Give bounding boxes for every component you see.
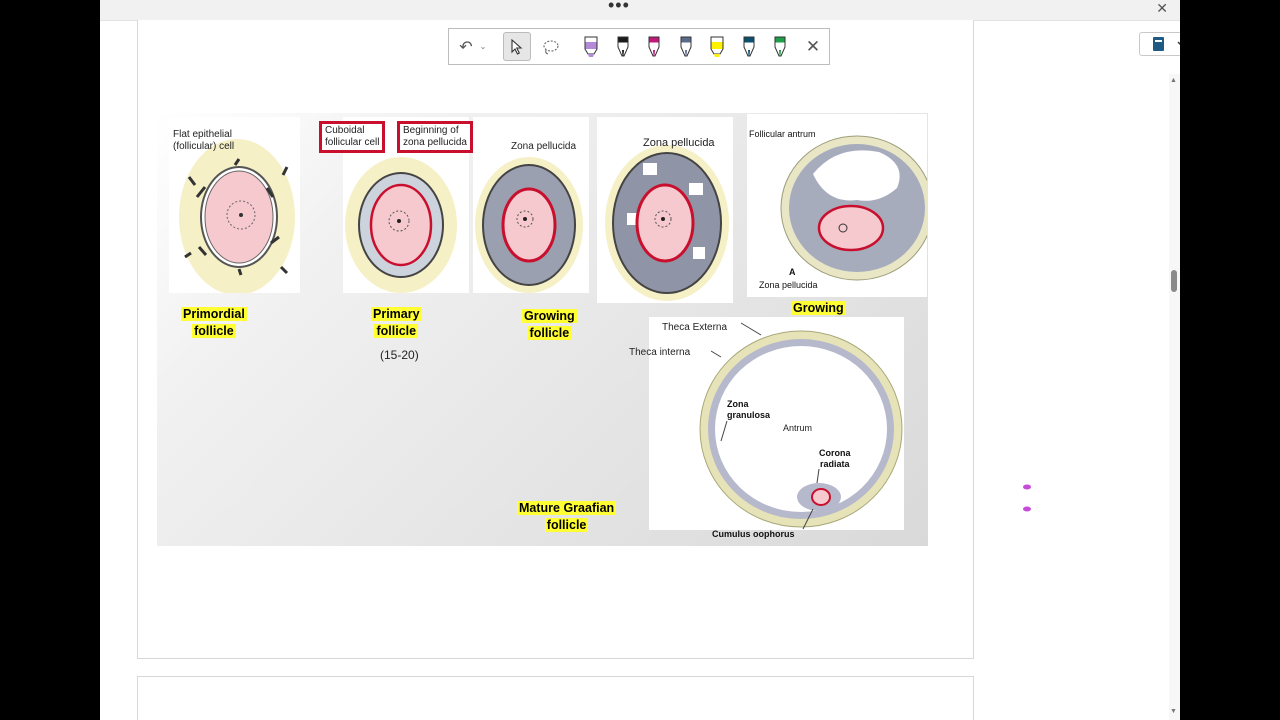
- onenote-window: ••• ✕ ↶ ⌄ ✕ ⤢: [100, 0, 1180, 720]
- follicle-development-figure: Flat epithelial (follicular) cell Cuboid…: [157, 113, 934, 546]
- drawing-toolbar: ↶ ⌄ ✕: [448, 28, 830, 65]
- beginning-zona-label: Beginning of zona pellucida: [397, 121, 473, 153]
- zona-pellucida-label-1: Zona pellucida: [511, 141, 577, 152]
- follicular-antrum-label: Follicular antrum: [749, 129, 816, 139]
- more-options-button[interactable]: •••: [608, 0, 630, 16]
- galaxy-pen-icon: [680, 36, 691, 56]
- antrum-label: Antrum: [783, 423, 813, 433]
- lasso-icon: [543, 39, 559, 55]
- growing-title-1: Growing follicle: [522, 309, 577, 340]
- lavender-highlighter-button[interactable]: [579, 29, 603, 64]
- teal-pen-button[interactable]: [737, 29, 761, 64]
- yellow-highlighter-icon: [710, 36, 724, 57]
- green-pen-button[interactable]: [768, 29, 792, 64]
- scroll-down-icon[interactable]: ▼: [1170, 708, 1177, 715]
- scroll-up-icon[interactable]: ▲: [1170, 77, 1177, 84]
- green-pen-icon: [774, 36, 786, 56]
- growing-title-3: Growing: [791, 301, 846, 315]
- cumulus-oophorus-label: Cumulus oophorus: [712, 529, 795, 539]
- magenta-pen-button[interactable]: [642, 29, 666, 64]
- primordial-title: Primordial follicle: [181, 307, 247, 338]
- letter-a-label: A: [789, 267, 796, 277]
- cursor-icon: [511, 38, 523, 55]
- notebook-icon: [1153, 37, 1180, 51]
- next-note-page[interactable]: [137, 676, 974, 720]
- flat-epithelial-label: Flat epithelial (follicular) cell: [173, 129, 235, 152]
- ink-marks: [1023, 484, 1031, 512]
- growing-follicle-1-image: Zona pellucida: [473, 117, 589, 293]
- corona-radiata-label: Corona radiata: [819, 448, 851, 469]
- lasso-tool-button[interactable]: [539, 29, 563, 64]
- theca-externa-label: Theca Externa: [662, 322, 728, 333]
- undo-button[interactable]: ↶: [455, 29, 477, 64]
- growing-follicle-2-image: Zona pellucida: [597, 117, 733, 303]
- cuboidal-cell-label: Cuboidal follicular cell: [319, 121, 386, 153]
- teal-pen-icon: [743, 36, 754, 56]
- zona-granulosa-label: Zona granulosa: [727, 399, 771, 420]
- window-title-bar: ••• ✕: [100, 0, 1180, 21]
- close-toolbar-button[interactable]: ✕: [803, 29, 823, 64]
- growing-3-drawing: [780, 135, 934, 281]
- primary-title: Primary follicle: [371, 307, 422, 338]
- growing-follicle-3-image: Follicular antrum A Zona pellucida: [747, 114, 934, 297]
- yellow-highlighter-button[interactable]: [705, 29, 729, 64]
- black-pen-button[interactable]: [611, 29, 635, 64]
- zona-pellucida-label-3: Zona pellucida: [759, 280, 818, 290]
- magenta-pen-icon: [648, 36, 660, 56]
- galaxy-pen-button[interactable]: [674, 29, 698, 64]
- theca-interna-label: Theca interna: [629, 347, 691, 358]
- select-tool-button[interactable]: [503, 32, 531, 61]
- vertical-scrollbar[interactable]: ▲ ▼: [1169, 74, 1180, 720]
- graafian-title: Mature Graafian follicle: [517, 501, 617, 532]
- zona-pellucida-label-2: Zona pellucida: [643, 137, 715, 149]
- primary-count: (15-20): [380, 348, 419, 362]
- lavender-highlighter-icon: [584, 36, 598, 57]
- close-window-button[interactable]: ✕: [1156, 0, 1168, 16]
- undo-menu-button[interactable]: ⌄: [477, 29, 489, 64]
- primordial-follicle-image: Flat epithelial (follicular) cell: [169, 117, 300, 295]
- scrollbar-thumb[interactable]: [1171, 270, 1177, 292]
- black-pen-icon: [617, 36, 628, 56]
- notebook-switcher-button[interactable]: [1139, 32, 1180, 56]
